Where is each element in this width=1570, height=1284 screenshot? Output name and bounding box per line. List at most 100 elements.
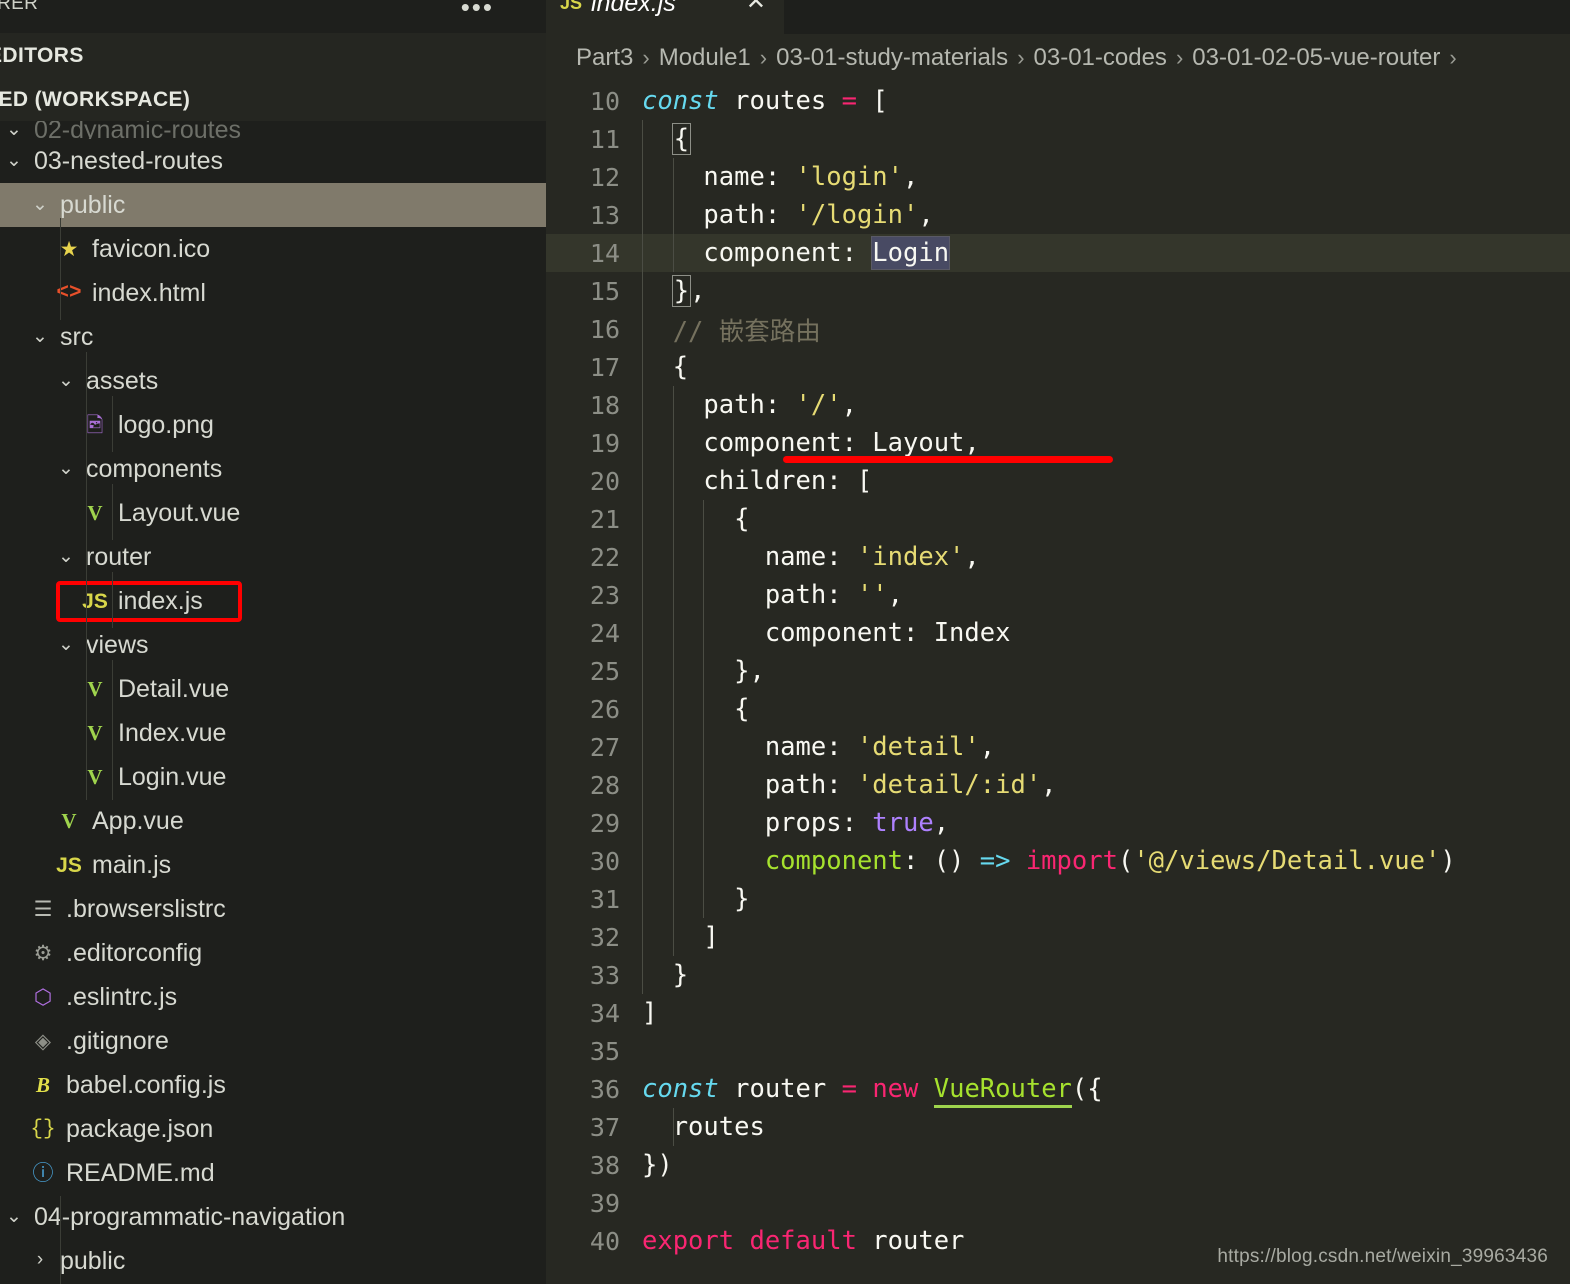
- code-line[interactable]: 11 {: [546, 120, 1570, 158]
- code-indent-guide: [672, 158, 674, 272]
- code-line-text: // 嵌套路由: [642, 311, 821, 348]
- code-line[interactable]: 17 {: [546, 348, 1570, 386]
- breadcrumb-item[interactable]: 03-01-codes: [1034, 44, 1167, 72]
- tree-item-main-js[interactable]: JS main.js: [0, 843, 546, 887]
- code-line[interactable]: 32 ]: [546, 918, 1570, 956]
- breadcrumb-item[interactable]: 03-01-02-05-vue-router: [1192, 44, 1440, 72]
- tree-item-assets[interactable]: ⌄ assets: [0, 359, 546, 403]
- chevron-down-icon[interactable]: ⌄: [0, 149, 28, 172]
- tree-item-label: 02-dynamic-routes: [34, 121, 242, 139]
- code-token: : (): [903, 846, 980, 876]
- tree-item-label: favicon.ico: [92, 234, 211, 263]
- code-indent-guide: [672, 386, 674, 956]
- tree-item-index-js[interactable]: JS index.js: [0, 579, 546, 623]
- tree-item-views[interactable]: ⌄ views: [0, 623, 546, 667]
- chevron-down-icon[interactable]: ⌄: [0, 1205, 28, 1228]
- breadcrumb-item[interactable]: Part3: [576, 44, 633, 72]
- code-token: 'index': [856, 542, 965, 572]
- tree-item--eslintrc-js[interactable]: ⬡ .eslintrc.js: [0, 975, 546, 1019]
- close-icon[interactable]: ✕: [746, 0, 766, 14]
- open-editors-section-header[interactable]: EDITORS: [0, 33, 546, 79]
- code-line[interactable]: 16 // 嵌套路由: [546, 310, 1570, 348]
- tree-item-logo-png[interactable]: 🖻 logo.png: [0, 403, 546, 447]
- code-token: =: [841, 86, 873, 116]
- code-line[interactable]: 27 name: 'detail',: [546, 728, 1570, 766]
- code-line[interactable]: 26 {: [546, 690, 1570, 728]
- code-line[interactable]: 15 },: [546, 272, 1570, 310]
- tree-indent-guide: [112, 396, 113, 452]
- tab-index-js[interactable]: JS index.js ✕: [546, 0, 784, 34]
- code-line[interactable]: 38}): [546, 1146, 1570, 1184]
- tree-item--browserslistrc[interactable]: ☰ .browserslistrc: [0, 887, 546, 931]
- tree-item-package-json[interactable]: {} package.json: [0, 1107, 546, 1151]
- code-line[interactable]: 28 path: 'detail/:id',: [546, 766, 1570, 804]
- chevron-down-icon[interactable]: ⌄: [26, 325, 54, 348]
- line-number: 36: [589, 1074, 620, 1104]
- code-line[interactable]: 12 name: 'login',: [546, 158, 1570, 196]
- code-content[interactable]: 10 const routes = [11 {12 name: 'login', 1…: [546, 82, 1570, 1284]
- tree-item-layout-vue[interactable]: V Layout.vue: [0, 491, 546, 535]
- chevron-down-icon[interactable]: ⌄: [52, 633, 80, 656]
- tree-item-favicon-ico[interactable]: ★ favicon.ico: [0, 227, 546, 271]
- line-number: 13: [589, 200, 620, 230]
- code-line[interactable]: 20 children: [: [546, 462, 1570, 500]
- code-line[interactable]: 34]: [546, 994, 1570, 1032]
- watermark-text: https://blog.csdn.net/weixin_39963436: [1217, 1246, 1548, 1267]
- tree-item-04-programmatic-navigation[interactable]: ⌄ 04-programmatic-navigation: [0, 1195, 546, 1239]
- tree-item-03-nested-routes[interactable]: ⌄ 03-nested-routes: [0, 139, 546, 183]
- code-line[interactable]: 19 component: Layout,: [546, 424, 1570, 462]
- breadcrumb-item[interactable]: Module1: [659, 44, 751, 72]
- chevron-down-icon[interactable]: ⌄: [52, 369, 80, 392]
- list-icon: ☰: [33, 897, 53, 921]
- line-number: 12: [589, 162, 620, 192]
- code-token: Login: [871, 236, 951, 270]
- more-actions-icon[interactable]: •••: [461, 0, 494, 20]
- code-line[interactable]: 13 path: '/login',: [546, 196, 1570, 234]
- breadcrumb-item[interactable]: 03-01-study-materials: [776, 44, 1008, 72]
- code-line[interactable]: 18 path: '/',: [546, 386, 1570, 424]
- code-line[interactable]: 35: [546, 1032, 1570, 1070]
- code-line[interactable]: 29 props: true,: [546, 804, 1570, 842]
- chevron-down-icon[interactable]: ⌄: [52, 457, 80, 480]
- tree-item-label: .browserslistrc: [66, 894, 226, 923]
- code-token: }: [642, 960, 689, 990]
- code-line-text: name: 'index',: [642, 542, 980, 572]
- code-line[interactable]: 33 }: [546, 956, 1570, 994]
- tree-item-babel-config-js[interactable]: Bbabel.config.js: [0, 1063, 546, 1107]
- code-line[interactable]: 22 name: 'index',: [546, 538, 1570, 576]
- code-line[interactable]: 25 },: [546, 652, 1570, 690]
- tree-item-public[interactable]: › public: [0, 1239, 546, 1283]
- tree-item-src[interactable]: ⌄ src: [0, 315, 546, 359]
- tree-item--editorconfig[interactable]: ⚙ .editorconfig: [0, 931, 546, 975]
- code-line[interactable]: 23 path: '',: [546, 576, 1570, 614]
- git-icon: ◈: [34, 1029, 52, 1053]
- tree-item-router[interactable]: ⌄ router: [0, 535, 546, 579]
- tree-item-app-vue[interactable]: V App.vue: [0, 799, 546, 843]
- code-line-text: }: [642, 960, 688, 990]
- line-number: 40: [589, 1226, 620, 1256]
- workspace-section-header[interactable]: TLED (WORKSPACE): [0, 79, 546, 121]
- code-line[interactable]: 36 const router = new VueRouter({: [546, 1070, 1570, 1108]
- tree-item-index-vue[interactable]: V Index.vue: [0, 711, 546, 755]
- code-token: component: [764, 846, 903, 876]
- tree-item-detail-vue[interactable]: V Detail.vue: [0, 667, 546, 711]
- chevron-down-icon[interactable]: ⌄: [26, 193, 54, 216]
- code-line[interactable]: 37 routes: [546, 1108, 1570, 1146]
- code-line[interactable]: 24 component: Index: [546, 614, 1570, 652]
- tree-item-components[interactable]: ⌄ components: [0, 447, 546, 491]
- tree-item-partial[interactable]: ⌄ 02-dynamic-routes: [0, 121, 546, 139]
- code-line[interactable]: 30 component: () => import('@/views/Deta…: [546, 842, 1570, 880]
- tree-item-login-vue[interactable]: V Login.vue: [0, 755, 546, 799]
- chevron-right-icon[interactable]: ›: [26, 1249, 54, 1271]
- tree-item--gitignore[interactable]: ◈ .gitignore: [0, 1019, 546, 1063]
- chevron-down-icon[interactable]: ⌄: [52, 545, 80, 568]
- tree-item-readme-md[interactable]: ⓘ README.md: [0, 1151, 546, 1195]
- code-line[interactable]: 31 }: [546, 880, 1570, 918]
- tree-item-index-html[interactable]: <> index.html: [0, 271, 546, 315]
- tree-item-public[interactable]: ⌄ public: [0, 183, 546, 227]
- code-line[interactable]: 14 component: Login: [546, 234, 1570, 272]
- line-number: 20: [589, 466, 620, 496]
- code-line[interactable]: 21 {: [546, 500, 1570, 538]
- code-line[interactable]: 10 const routes = [: [546, 82, 1570, 120]
- code-line[interactable]: 39: [546, 1184, 1570, 1222]
